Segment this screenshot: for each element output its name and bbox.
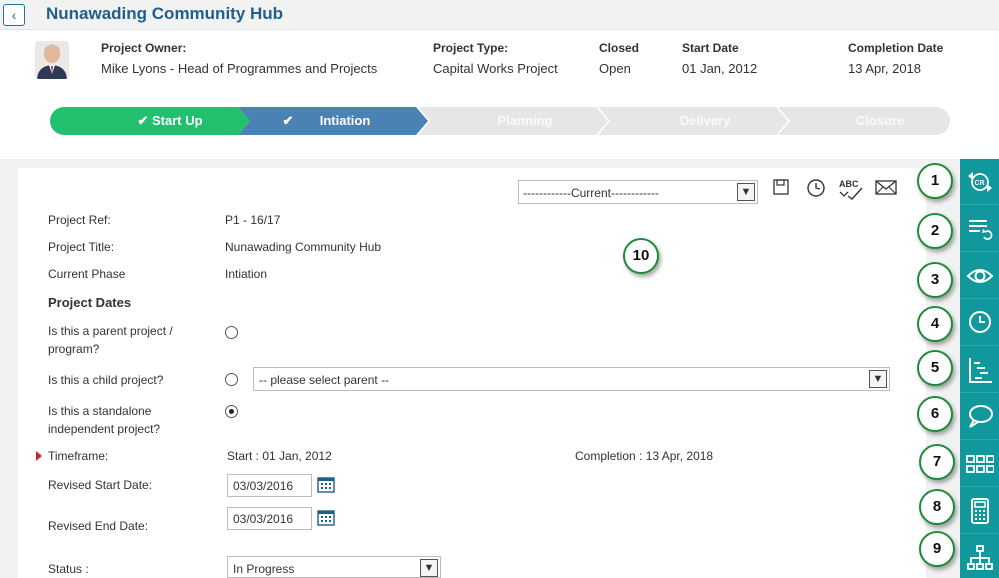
type-col: Project Type: Capital Works Project xyxy=(433,41,558,76)
project-info: Project Owner: Mike Lyons - Head of Prog… xyxy=(0,31,999,159)
calendar-icon[interactable] xyxy=(317,508,335,526)
callout-4: 4 xyxy=(917,306,953,342)
status-select[interactable]: In Progress ▼ xyxy=(227,556,441,578)
current-phase-value: Intiation xyxy=(225,267,268,281)
check-icon: ✔ xyxy=(137,113,149,128)
closed-col: Closed Open xyxy=(599,41,639,76)
gantt-icon[interactable] xyxy=(960,347,999,393)
email-icon[interactable] xyxy=(874,178,898,200)
callout-10: 10 xyxy=(623,238,659,274)
standalone-radio[interactable] xyxy=(225,405,238,418)
timeframe-label: Timeframe: xyxy=(48,449,109,463)
closed-value: Open xyxy=(599,61,631,76)
callout-9: 9 xyxy=(919,531,955,567)
step-startup[interactable]: ✔ Start Up xyxy=(110,107,230,135)
revised-end-input[interactable]: 03/03/2016 xyxy=(227,507,312,530)
eye-icon[interactable] xyxy=(960,253,999,299)
type-value: Capital Works Project xyxy=(433,61,558,76)
page-title: Nunawading Community Hub xyxy=(46,4,284,23)
phase-stepper: ✔ Start Up ✔ Intiation Planning Delivery… xyxy=(50,107,950,135)
parent-select[interactable]: -- please select parent -- ▼ xyxy=(253,367,890,391)
project-ref-label: Project Ref: xyxy=(48,213,111,227)
parent-project-label-1: Is this a parent project / xyxy=(48,324,173,338)
comment-icon[interactable] xyxy=(960,394,999,440)
chevron-down-icon: ▼ xyxy=(869,370,887,388)
calculator-icon[interactable] xyxy=(960,488,999,534)
clock-icon[interactable] xyxy=(960,300,999,346)
callout-8: 8 xyxy=(919,489,955,525)
start-label: Start Date xyxy=(682,41,739,55)
version-select[interactable]: ------------Current------------ ▼ xyxy=(518,180,758,204)
start-col: Start Date 01 Jan, 2012 xyxy=(682,41,757,76)
revised-start-input[interactable]: 03/03/2016 xyxy=(227,474,312,497)
owner-value: Mike Lyons - Head of Programmes and Proj… xyxy=(101,61,378,76)
step-startup-label: Start Up xyxy=(151,113,203,128)
child-project-radio[interactable] xyxy=(225,373,238,386)
revised-end-label: Revised End Date: xyxy=(48,519,149,533)
calendar-icon[interactable] xyxy=(317,475,335,493)
hierarchy-icon[interactable] xyxy=(960,535,999,578)
project-dates-heading: Project Dates xyxy=(48,295,132,310)
step-closure[interactable]: Closure xyxy=(825,107,935,135)
type-label: Project Type: xyxy=(433,41,509,55)
version-select-value: ------------Current------------ xyxy=(523,186,659,200)
svg-text:CR: CR xyxy=(975,180,985,187)
spellcheck-icon[interactable]: ABC xyxy=(838,178,863,200)
completion-label: Completion Date xyxy=(848,41,944,55)
chevron-down-icon: ▼ xyxy=(737,183,755,201)
spellcheck-text: ABC xyxy=(839,179,859,189)
grid-icon[interactable] xyxy=(960,441,999,487)
required-marker-icon xyxy=(36,451,42,461)
revised-start-label: Revised Start Date: xyxy=(48,478,153,492)
standalone-label-1: Is this a standalone xyxy=(48,404,152,418)
callout-5: 5 xyxy=(917,350,953,386)
timeframe-completion: Completion : 13 Apr, 2018 xyxy=(575,449,714,463)
callout-6: 6 xyxy=(917,396,953,432)
parent-project-radio[interactable] xyxy=(225,326,238,339)
current-phase-label: Current Phase xyxy=(48,267,126,281)
project-title-value: Nunawading Community Hub xyxy=(225,240,382,254)
change-request-icon[interactable]: CR xyxy=(960,159,999,205)
check-icon: ✔ xyxy=(282,113,294,128)
status-label: Status : xyxy=(48,562,89,576)
list-refresh-icon[interactable] xyxy=(960,206,999,252)
standalone-label-2: independent project? xyxy=(48,422,161,436)
parent-select-value: -- please select parent -- xyxy=(259,373,390,387)
callout-2: 2 xyxy=(917,213,953,249)
completion-col: Completion Date 13 Apr, 2018 xyxy=(848,41,943,76)
start-value: 01 Jan, 2012 xyxy=(682,61,758,76)
step-delivery[interactable]: Delivery xyxy=(650,107,760,135)
timeframe-start: Start : 01 Jan, 2012 xyxy=(227,449,332,463)
owner-label: Project Owner: xyxy=(101,41,187,55)
save-icon[interactable] xyxy=(772,178,796,200)
parent-project-label-2: program? xyxy=(48,342,100,356)
history-clock-icon[interactable] xyxy=(806,178,830,200)
chevron-down-icon: ▼ xyxy=(420,559,438,577)
callout-7: 7 xyxy=(919,444,955,480)
avatar xyxy=(35,41,69,79)
completion-value: 13 Apr, 2018 xyxy=(848,61,922,76)
status-select-value: In Progress xyxy=(233,562,295,576)
chevron-left-icon: ‹ xyxy=(11,7,17,23)
callout-1: 1 xyxy=(917,163,953,199)
step-planning[interactable]: Planning xyxy=(470,107,580,135)
closed-label: Closed xyxy=(599,41,640,55)
callout-3: 3 xyxy=(917,262,953,298)
project-ref-value: P1 - 16/17 xyxy=(225,213,281,227)
owner-col: Project Owner: Mike Lyons - Head of Prog… xyxy=(101,41,377,76)
back-button[interactable]: ‹ xyxy=(3,4,25,26)
project-title-label: Project Title: xyxy=(48,240,115,254)
step-initiation[interactable]: Intiation xyxy=(305,107,385,135)
child-project-label: Is this a child project? xyxy=(48,373,164,387)
top-bar: ‹ Nunawading Community Hub xyxy=(0,0,999,30)
